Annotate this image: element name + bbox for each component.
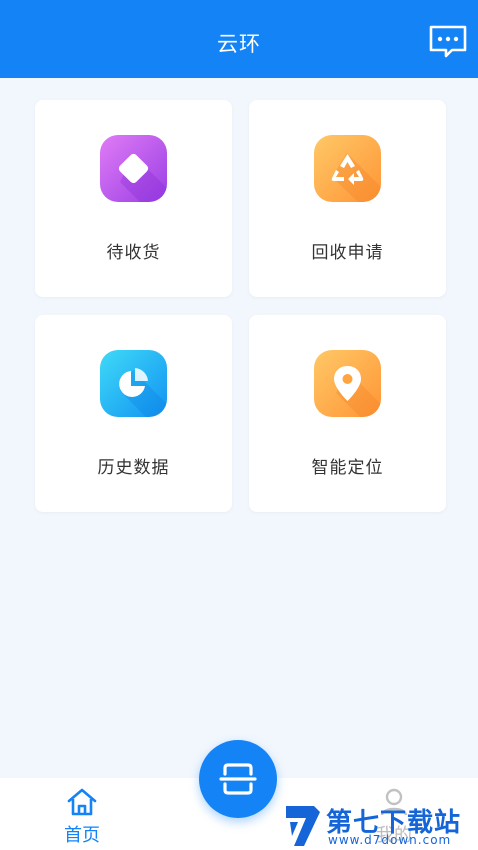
watermark: 第七下载站 www.d7down.com <box>284 800 478 850</box>
home-icon <box>67 788 97 816</box>
card-label: 智能定位 <box>311 458 384 478</box>
page-title: 云环 <box>217 32 261 56</box>
tab-home-label: 首页 <box>64 825 100 846</box>
app-screen: 云环 待收货 回收申请 历史数据 智能定位 首页 我的 第七下载站 www.d7… <box>0 0 478 850</box>
scan-button[interactable] <box>199 740 277 818</box>
message-bubble-icon <box>429 25 467 58</box>
card-smart-location[interactable]: 智能定位 <box>249 315 446 512</box>
card-history-data[interactable]: 历史数据 <box>35 315 232 512</box>
card-recycle-request[interactable]: 回收申请 <box>249 100 446 297</box>
card-label: 历史数据 <box>97 458 170 478</box>
pie-chart-icon <box>100 350 167 417</box>
recycle-icon <box>314 135 381 202</box>
card-label: 待收货 <box>106 243 161 263</box>
scan-icon <box>219 763 257 795</box>
card-label: 回收申请 <box>311 243 384 263</box>
diamond-icon <box>100 135 167 202</box>
watermark-url: www.d7down.com <box>328 833 452 847</box>
function-grid: 待收货 回收申请 历史数据 智能定位 <box>35 100 446 512</box>
tab-home[interactable]: 首页 <box>52 785 112 847</box>
message-button[interactable] <box>428 24 468 60</box>
top-bar: 云环 <box>0 0 478 78</box>
location-pin-icon <box>314 350 381 417</box>
site-logo-icon <box>286 806 320 846</box>
card-pending-receipt[interactable]: 待收货 <box>35 100 232 297</box>
